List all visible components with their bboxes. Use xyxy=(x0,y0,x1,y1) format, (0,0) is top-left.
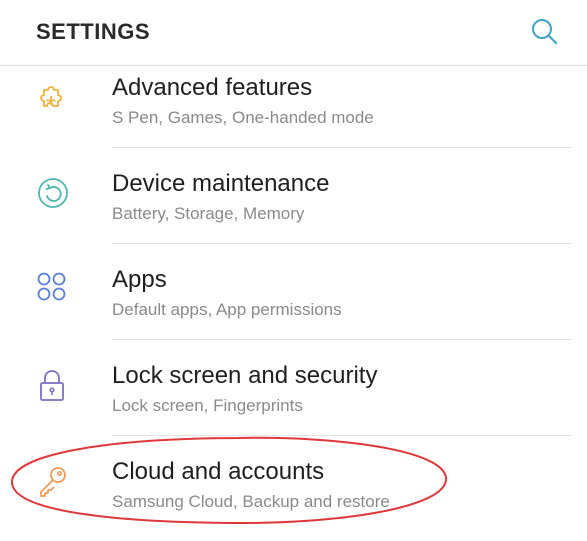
item-subtitle: S Pen, Games, One-handed mode xyxy=(112,108,374,127)
refresh-circle-icon xyxy=(36,176,68,208)
divider xyxy=(112,243,571,244)
divider xyxy=(112,339,571,340)
settings-item-device-maintenance[interactable]: Device maintenance Battery, Storage, Mem… xyxy=(0,162,587,258)
item-title: Advanced features xyxy=(112,74,313,101)
search-icon[interactable] xyxy=(530,17,560,47)
app-header: SETTINGS xyxy=(0,0,587,66)
settings-item-apps[interactable]: Apps Default apps, App permissions xyxy=(0,258,587,354)
item-subtitle: Battery, Storage, Memory xyxy=(112,204,305,223)
item-title: Apps xyxy=(112,266,167,293)
padlock-icon xyxy=(36,368,68,401)
item-subtitle: Default apps, App permissions xyxy=(112,300,342,319)
item-title: Device maintenance xyxy=(112,170,330,197)
settings-item-advanced-features[interactable]: Advanced features S Pen, Games, One-hand… xyxy=(0,66,587,162)
apps-grid-icon xyxy=(36,271,68,303)
item-title: Lock screen and security xyxy=(112,362,378,389)
page-title: SETTINGS xyxy=(36,19,151,44)
item-subtitle: Lock screen, Fingerprints xyxy=(112,396,303,415)
annotation-ellipse xyxy=(8,432,450,528)
divider xyxy=(112,147,571,148)
puzzle-plus-icon xyxy=(36,82,68,114)
